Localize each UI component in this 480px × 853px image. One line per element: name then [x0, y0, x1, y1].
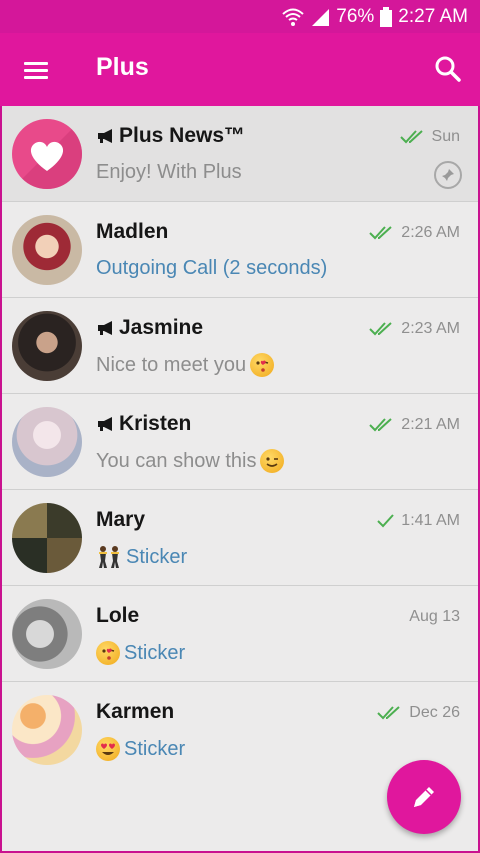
kiss-emoji-icon: [250, 353, 275, 377]
check-icon: [377, 514, 395, 528]
time-wrap: 1:41 AM: [377, 512, 460, 530]
status-bar: 76% 2:27 AM: [0, 0, 480, 33]
name-line: Plus News™: [96, 124, 245, 148]
chat-name: Mary: [96, 508, 146, 531]
chat-message: Nice to meet you: [96, 353, 275, 377]
message-text: Sticker: [124, 737, 186, 760]
avatar: [12, 503, 82, 573]
avatar: [12, 695, 82, 765]
message-text: You can show this: [96, 449, 257, 472]
chat-time: Aug 13: [409, 608, 460, 625]
double-check-icon: [369, 226, 392, 240]
kiss-emoji-icon: [96, 641, 120, 665]
menu-icon: [24, 62, 48, 65]
heart-eyes-emoji-icon: [96, 737, 120, 761]
chat-message: Sticker: [96, 737, 185, 761]
chat-time: 2:21 AM: [401, 416, 460, 433]
name-line: Karmen: [96, 700, 174, 724]
app-bar: Plus: [0, 33, 480, 106]
chat-time: 2:23 AM: [401, 320, 460, 337]
avatar: [12, 311, 82, 381]
chat-time: Dec 26: [409, 704, 460, 721]
message-text: Nice to meet you: [96, 353, 247, 376]
pin-button[interactable]: [434, 161, 462, 189]
time-wrap: Aug 13: [409, 608, 460, 626]
chat-name: Kristen: [119, 412, 192, 435]
time-wrap: 2:26 AM: [369, 224, 460, 242]
chat-name: Madlen: [96, 220, 169, 243]
megaphone-icon: [98, 321, 112, 335]
message-text: Sticker: [124, 641, 186, 664]
wifi-icon: [282, 8, 304, 26]
chat-name: Jasmine: [119, 316, 204, 339]
pin-icon: [442, 169, 454, 181]
name-line: Lole: [96, 604, 139, 628]
chat-message: Outgoing Call (2 seconds): [96, 257, 327, 280]
clock: 2:27 AM: [398, 5, 468, 27]
double-check-icon: [399, 130, 423, 144]
chat-name: Karmen: [96, 700, 175, 723]
heart-logo-icon: [12, 119, 82, 189]
chat-name: Plus News™: [119, 124, 246, 147]
time-wrap: 2:23 AM: [369, 320, 460, 338]
menu-icon-bar: [24, 76, 48, 79]
battery-icon: [380, 6, 393, 27]
search-button[interactable]: [432, 53, 464, 85]
message-text: Outgoing Call (2 seconds): [96, 257, 328, 279]
search-icon: [435, 56, 461, 82]
avatar: [12, 599, 82, 669]
chat-row-mary[interactable]: Mary Sticker 1:41 AM: [2, 490, 478, 586]
time-wrap: 2:21 AM: [369, 416, 460, 434]
time-wrap: Dec 26: [377, 704, 460, 722]
name-line: Kristen: [96, 412, 191, 436]
name-line: Madlen: [96, 220, 168, 244]
chat-message: Sticker: [96, 641, 185, 665]
avatar: [12, 215, 82, 285]
megaphone-icon: [98, 417, 112, 431]
chat-message: You can show this: [96, 449, 285, 473]
menu-button[interactable]: [18, 55, 54, 85]
double-check-icon: [377, 706, 400, 720]
wink-emoji-icon: [260, 449, 285, 473]
double-check-icon: [369, 418, 392, 432]
avatar: [12, 119, 82, 189]
compose-button[interactable]: [387, 760, 461, 834]
message-text: Sticker: [126, 545, 188, 568]
battery-percent: 76%: [336, 5, 375, 27]
chat-time: 2:26 AM: [401, 224, 460, 241]
chat-list: Plus News™ Enjoy! With Plus Sun Madlen O…: [2, 106, 478, 778]
megaphone-icon: [98, 129, 112, 143]
pencil-icon: [414, 787, 434, 807]
name-line: Mary: [96, 508, 145, 532]
avatar: [12, 407, 82, 477]
chat-message: Sticker: [96, 545, 187, 569]
chat-name: Lole: [96, 604, 140, 627]
chat-time: 1:41 AM: [401, 512, 460, 529]
chat-message: Enjoy! With Plus: [96, 161, 242, 184]
chat-row-kristen[interactable]: Kristen You can show this 2:21 AM: [2, 394, 478, 490]
dancers-emoji-icon: [99, 546, 119, 568]
app-title: Plus: [96, 53, 149, 81]
double-check-icon: [369, 322, 392, 336]
signal-icon: [312, 8, 330, 26]
chat-time: Sun: [431, 128, 460, 145]
chat-row-madlen[interactable]: Madlen Outgoing Call (2 seconds) 2:26 AM: [2, 202, 478, 298]
name-line: Jasmine: [96, 316, 203, 340]
chat-row-lole[interactable]: Lole Sticker Aug 13: [2, 586, 478, 682]
menu-icon-bar: [24, 69, 48, 72]
time-wrap: Sun: [399, 128, 460, 146]
chat-row-jasmine[interactable]: Jasmine Nice to meet you 2:23 AM: [2, 298, 478, 394]
chat-row-plus-news[interactable]: Plus News™ Enjoy! With Plus Sun: [2, 106, 478, 202]
message-text: Enjoy! With Plus: [96, 161, 242, 183]
